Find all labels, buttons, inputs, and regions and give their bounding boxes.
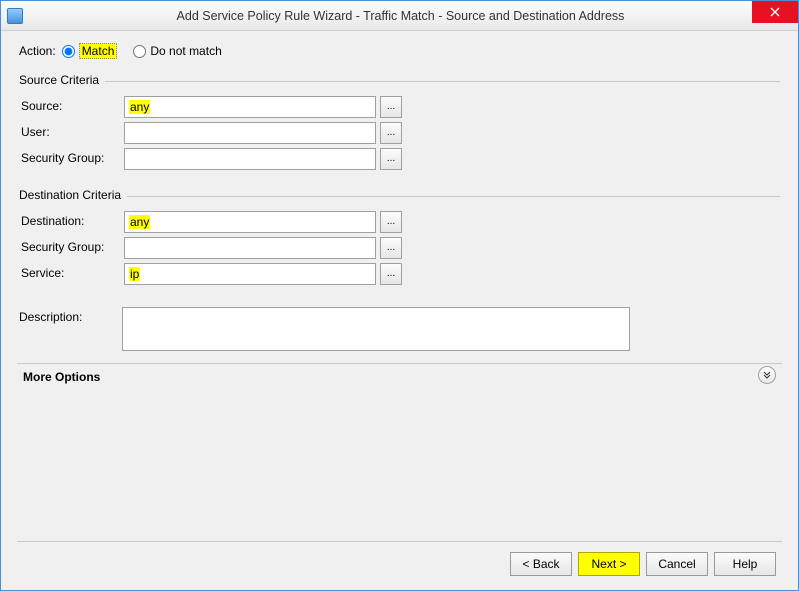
radio-match-input[interactable]	[62, 45, 75, 58]
dest-row: Destination: any ...	[19, 211, 780, 233]
wizard-window: Add Service Policy Rule Wizard - Traffic…	[0, 0, 799, 591]
app-icon	[7, 8, 23, 24]
footer-buttons: < Back Next > Cancel Help	[17, 541, 782, 582]
content-area: Action: Match Do not match Source Criter…	[1, 31, 798, 590]
source-row: Source: any ...	[19, 96, 780, 118]
dst-secgroup-label: Security Group:	[19, 237, 124, 254]
radio-nomatch[interactable]: Do not match	[133, 44, 221, 58]
cancel-button[interactable]: Cancel	[646, 552, 708, 576]
dest-input[interactable]: any	[124, 211, 376, 233]
service-row: Service: ip ...	[19, 263, 780, 285]
more-options-section: More Options	[17, 363, 782, 384]
radio-match[interactable]: Match	[62, 43, 118, 59]
action-row: Action: Match Do not match	[19, 43, 782, 59]
user-browse-button[interactable]: ...	[380, 122, 402, 144]
radio-match-label: Match	[79, 43, 118, 59]
chevron-down-icon	[762, 370, 772, 380]
service-label: Service:	[19, 263, 124, 280]
user-input[interactable]	[124, 122, 376, 144]
src-secgroup-input[interactable]	[124, 148, 376, 170]
next-button[interactable]: Next >	[578, 552, 640, 576]
window-controls	[752, 1, 798, 23]
source-input[interactable]: any	[124, 96, 376, 118]
titlebar: Add Service Policy Rule Wizard - Traffic…	[1, 1, 798, 31]
src-secgroup-label: Security Group:	[19, 148, 124, 165]
radio-nomatch-label: Do not match	[150, 44, 221, 58]
dest-criteria-group: Destination Criteria Destination: any ..…	[19, 196, 780, 289]
source-label: Source:	[19, 96, 124, 113]
user-label: User:	[19, 122, 124, 139]
help-button[interactable]: Help	[714, 552, 776, 576]
back-button[interactable]: < Back	[510, 552, 572, 576]
dest-browse-button[interactable]: ...	[380, 211, 402, 233]
user-row: User: ...	[19, 122, 780, 144]
src-secgroup-browse-button[interactable]: ...	[380, 148, 402, 170]
description-row: Description:	[17, 307, 782, 351]
close-icon	[770, 7, 780, 17]
dst-secgroup-row: Security Group: ...	[19, 237, 780, 259]
service-input[interactable]: ip	[124, 263, 376, 285]
description-label: Description:	[17, 307, 122, 324]
dest-label: Destination:	[19, 211, 124, 228]
source-browse-button[interactable]: ...	[380, 96, 402, 118]
service-browse-button[interactable]: ...	[380, 263, 402, 285]
dest-criteria-legend: Destination Criteria	[19, 188, 127, 202]
close-button[interactable]	[752, 1, 798, 23]
more-options-label: More Options	[17, 370, 100, 384]
window-title: Add Service Policy Rule Wizard - Traffic…	[23, 9, 798, 23]
source-criteria-legend: Source Criteria	[19, 73, 105, 87]
dst-secgroup-browse-button[interactable]: ...	[380, 237, 402, 259]
spacer	[17, 392, 782, 541]
source-criteria-group: Source Criteria Source: any ... User: ..…	[19, 81, 780, 174]
dst-secgroup-input[interactable]	[124, 237, 376, 259]
more-options-expand-button[interactable]	[758, 366, 776, 384]
description-input[interactable]	[122, 307, 630, 351]
radio-nomatch-input[interactable]	[133, 45, 146, 58]
action-label: Action:	[19, 44, 56, 58]
src-secgroup-row: Security Group: ...	[19, 148, 780, 170]
